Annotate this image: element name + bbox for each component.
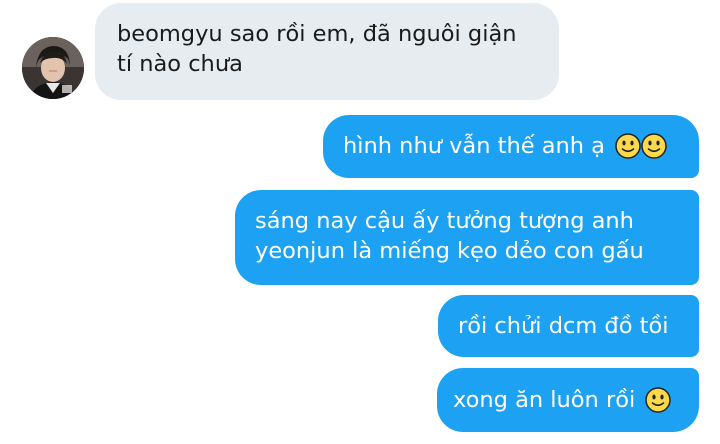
message-text: yeonjun là miếng kẹo dẻo con gấu [255,238,644,264]
outgoing-message-bubble[interactable]: sáng nay cậu ấy tưởng tượng anh yeonjun … [235,190,699,285]
message-text: sáng nay cậu ấy tưởng tượng anh [255,208,634,234]
outgoing-message-bubble[interactable]: hình như vẫn thế anh ạ [323,115,699,178]
slightly-smiling-face-emoji-icon [615,133,641,159]
outgoing-message-bubble[interactable]: rồi chửi dcm đồ tồi [438,295,699,357]
slightly-smiling-face-emoji-icon [641,133,667,159]
message-text: xong ăn luôn rồi [453,387,636,413]
message-text: rồi chửi dcm đồ tồi [458,313,669,339]
contact-avatar[interactable] [22,37,84,99]
message-text: tí nào chưa [117,51,243,77]
message-thread: beomgyu sao rồi em, đã nguôi giận tí nào… [0,0,720,444]
slightly-smiling-face-emoji-icon [645,387,672,413]
message-text: beomgyu sao rồi em, đã nguôi giận [117,21,517,47]
avatar-photo-icon [22,37,84,99]
incoming-message-bubble[interactable]: beomgyu sao rồi em, đã nguôi giận tí nào… [95,3,559,100]
outgoing-message-bubble[interactable]: xong ăn luôn rồi [437,368,699,432]
message-text: hình như vẫn thế anh ạ [343,133,605,159]
